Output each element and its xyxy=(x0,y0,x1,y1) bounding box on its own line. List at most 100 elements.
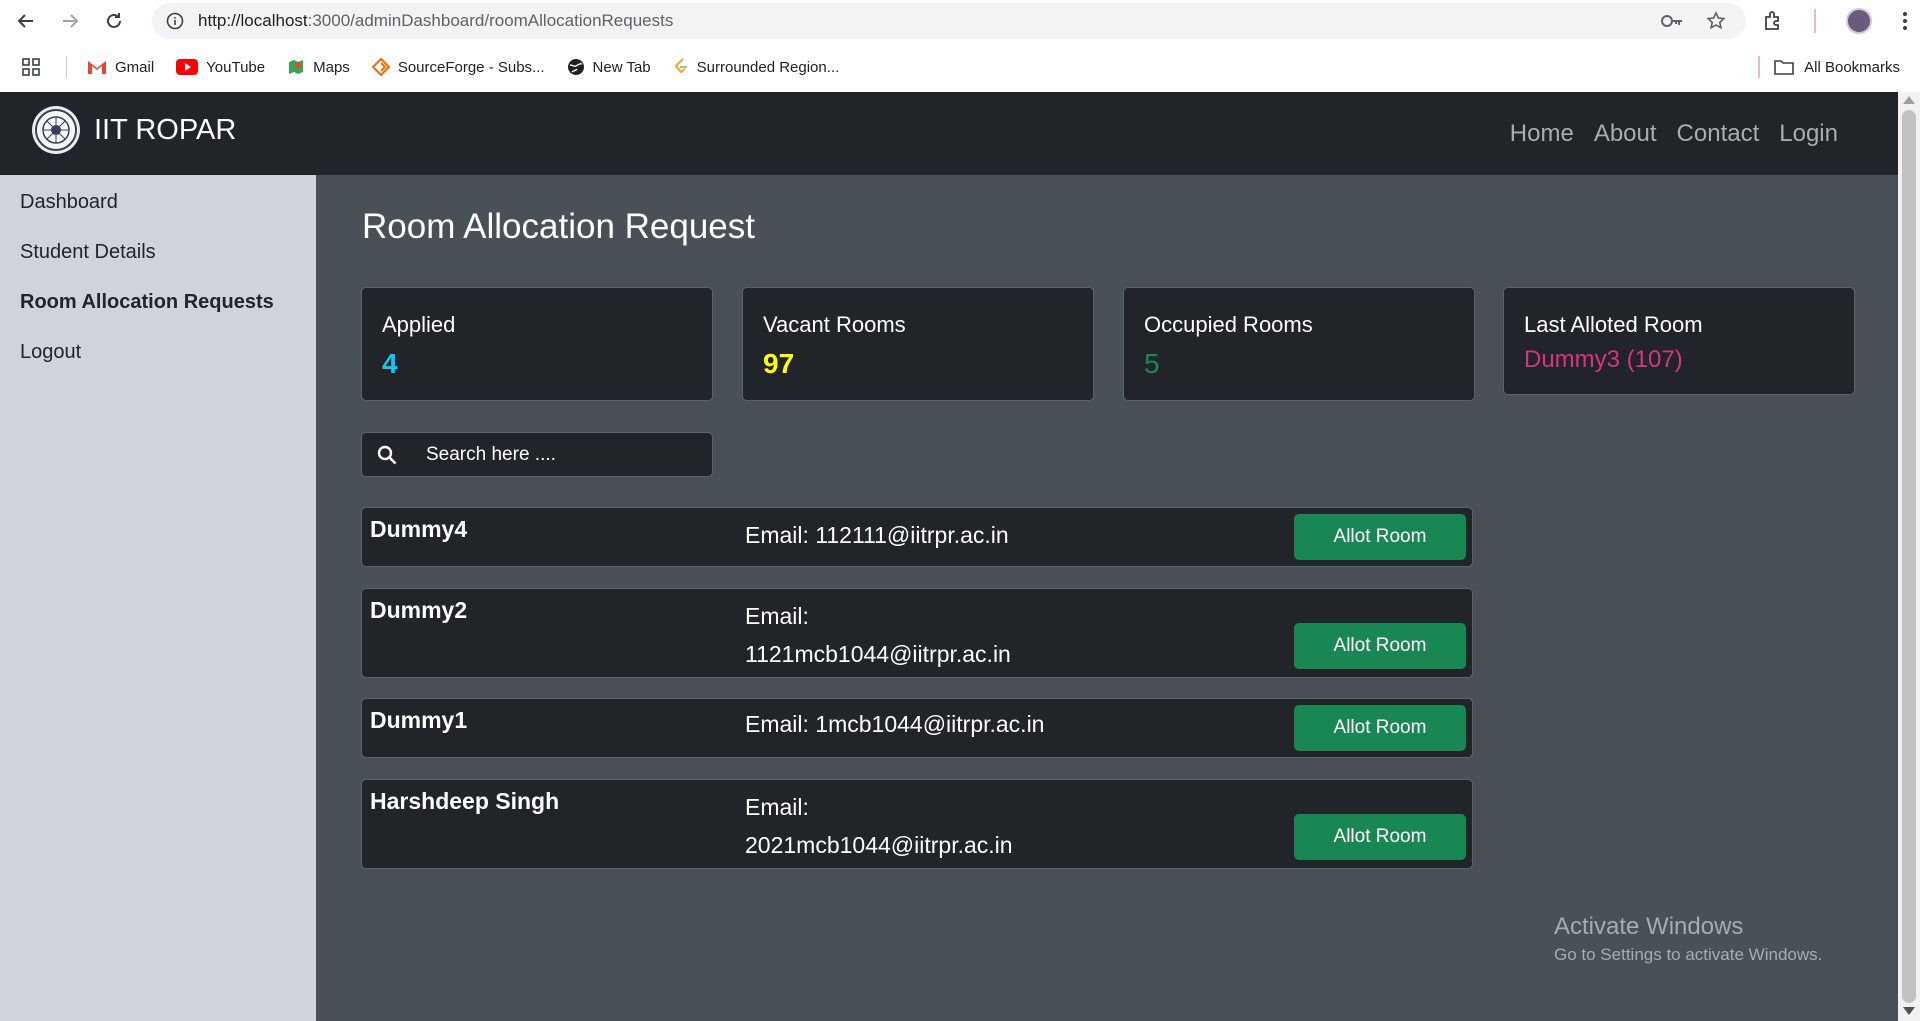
iit-ropar-logo xyxy=(32,106,80,154)
reload-icon xyxy=(107,13,121,28)
student-email: Email: 1121mcb1044@iitrpr.ac.in xyxy=(745,597,1065,673)
bookmark-label: Maps xyxy=(313,58,350,76)
student-email: Email: 112111@iitrpr.ac.in xyxy=(745,516,1265,554)
stat-value: 4 xyxy=(382,348,398,379)
email-line-2: 1121mcb1044@iitrpr.ac.in xyxy=(745,641,1011,667)
bookmarks-right-separator xyxy=(1758,56,1760,78)
stat-card-last-alloted-room: Last Alloted Room Dummy3 (107) xyxy=(1503,287,1855,395)
arrow-left-icon xyxy=(17,14,33,28)
stat-label: Last Alloted Room xyxy=(1524,312,1703,337)
url-text[interactable]: http://localhost:3000/adminDashboard/roo… xyxy=(198,11,673,31)
arrow-right-icon xyxy=(63,14,79,28)
browser-toolbar: http://localhost:3000/adminDashboard/roo… xyxy=(0,0,1920,42)
stat-card-vacant-rooms: Vacant Rooms 97 xyxy=(742,287,1094,401)
email-line-2: 2021mcb1044@iitrpr.ac.in xyxy=(745,832,1013,858)
request-row: Dummy1 Email: 1mcb1044@iitrpr.ac.in Allo… xyxy=(361,698,1473,758)
stat-value: 97 xyxy=(763,348,795,379)
folder-icon xyxy=(1774,60,1794,75)
scroll-down-arrow[interactable] xyxy=(1903,1007,1915,1015)
bookmark-label: New Tab xyxy=(592,58,651,76)
address-bar[interactable]: http://localhost:3000/adminDashboard/roo… xyxy=(152,3,1746,39)
profile-avatar[interactable] xyxy=(1846,8,1872,34)
bookmarks-separator xyxy=(66,56,67,78)
student-name: Dummy4 xyxy=(370,516,468,542)
sidebar: Dashboard Student Details Room Allocatio… xyxy=(0,175,316,1021)
bookmark-maps[interactable]: Maps xyxy=(287,58,350,76)
allot-room-button[interactable]: Allot Room xyxy=(1294,814,1466,860)
search-icon xyxy=(376,444,398,466)
bookmark-new-tab[interactable]: New Tab xyxy=(567,58,651,76)
student-name: Dummy2 xyxy=(370,597,468,623)
app-navbar: IIT ROPAR Home About Contact Login xyxy=(0,92,1898,175)
sidebar-item-dashboard[interactable]: Dashboard xyxy=(20,191,118,214)
watermark-title: Activate Windows xyxy=(1554,913,1744,940)
bookmark-youtube[interactable]: YouTube xyxy=(176,59,265,76)
page-title: Room Allocation Request xyxy=(362,207,755,246)
all-bookmarks-label: All Bookmarks xyxy=(1804,58,1900,76)
extensions-icon[interactable] xyxy=(1762,10,1784,32)
allot-room-button[interactable]: Allot Room xyxy=(1294,705,1466,751)
email-line-1: Email: 112111@iitrpr.ac.in xyxy=(745,522,1009,548)
student-email: Email: 1mcb1044@iitrpr.ac.in xyxy=(745,705,1265,743)
main-content: Room Allocation Request Applied 4 Vacant… xyxy=(316,175,1898,1021)
globe-icon xyxy=(567,59,584,75)
stat-card-applied: Applied 4 xyxy=(361,287,713,401)
toolbar-separator xyxy=(1814,9,1816,33)
sidebar-item-logout[interactable]: Logout xyxy=(20,341,81,364)
email-line-1: Email: 1mcb1044@iitrpr.ac.in xyxy=(745,711,1045,737)
request-row: Harshdeep Singh Email: 2021mcb1044@iitrpr… xyxy=(361,779,1473,869)
page-scrollbar[interactable] xyxy=(1898,92,1920,1021)
all-bookmarks-button[interactable]: All Bookmarks xyxy=(1774,42,1900,92)
back-button[interactable] xyxy=(8,3,44,39)
apps-grid-icon xyxy=(22,58,40,76)
bookmark-leetcode[interactable]: Surrounded Region... xyxy=(673,58,840,76)
stat-label: Vacant Rooms xyxy=(763,312,906,337)
stat-label: Occupied Rooms xyxy=(1144,312,1313,337)
watermark-subtitle: Go to Settings to activate Windows. xyxy=(1554,945,1823,964)
forward-button[interactable] xyxy=(52,3,88,39)
search-input[interactable] xyxy=(426,443,686,466)
sidebar-item-room-allocation-requests[interactable]: Room Allocation Requests xyxy=(20,291,274,314)
nav-link-login[interactable]: Login xyxy=(1779,120,1838,148)
student-name: Dummy1 xyxy=(370,707,468,733)
search-box xyxy=(361,432,713,477)
bookmark-label: SourceForge - Subs... xyxy=(397,58,545,76)
star-icon[interactable] xyxy=(1706,11,1726,31)
bookmark-gmail[interactable]: Gmail xyxy=(87,59,154,76)
nav-link-about[interactable]: About xyxy=(1594,120,1657,148)
student-email: Email: 2021mcb1044@iitrpr.ac.in xyxy=(745,788,1065,864)
bookmark-label: Surrounded Region... xyxy=(696,58,840,76)
email-line-1: Email: xyxy=(745,794,809,820)
youtube-icon xyxy=(176,59,199,75)
bookmark-label: Gmail xyxy=(115,58,155,76)
bookmarks-bar: Gmail YouTube Maps SourceForge - Subs...… xyxy=(0,42,1920,92)
leetcode-icon xyxy=(674,58,687,74)
stat-card-occupied-rooms: Occupied Rooms 5 xyxy=(1123,287,1475,401)
student-name: Harshdeep Singh xyxy=(370,788,560,814)
brand-link[interactable]: IIT ROPAR xyxy=(32,106,236,154)
brand-name: IIT ROPAR xyxy=(94,113,237,146)
nav-link-home[interactable]: Home xyxy=(1510,120,1574,148)
maps-icon xyxy=(289,60,304,74)
request-row: Dummy4 Email: 112111@iitrpr.ac.in Allot … xyxy=(361,507,1473,567)
menu-dots-icon[interactable] xyxy=(1902,11,1908,31)
bookmark-sourceforge[interactable]: SourceForge - Subs... xyxy=(371,58,545,76)
apps-button[interactable] xyxy=(22,58,40,76)
scroll-thumb[interactable] xyxy=(1902,110,1916,1003)
windows-activation-watermark: Activate Windows Go to Settings to activ… xyxy=(1554,913,1822,965)
url-host: http://localhost xyxy=(198,11,308,30)
scroll-up-arrow[interactable] xyxy=(1903,96,1915,104)
info-icon[interactable] xyxy=(166,12,184,30)
key-icon[interactable] xyxy=(1660,12,1684,30)
bookmark-label: YouTube xyxy=(206,58,266,76)
sourceforge-icon xyxy=(371,58,390,76)
allot-room-button[interactable]: Allot Room xyxy=(1294,623,1466,669)
nav-link-contact[interactable]: Contact xyxy=(1677,120,1760,148)
gmail-icon xyxy=(88,61,106,74)
email-line-1: Email: xyxy=(745,603,809,629)
stat-value: 5 xyxy=(1144,348,1160,379)
reload-button[interactable] xyxy=(96,3,132,39)
allot-room-button[interactable]: Allot Room xyxy=(1294,514,1466,560)
sidebar-item-student-details[interactable]: Student Details xyxy=(20,241,156,264)
url-path: :3000/adminDashboard/roomAllocationReque… xyxy=(307,11,674,30)
